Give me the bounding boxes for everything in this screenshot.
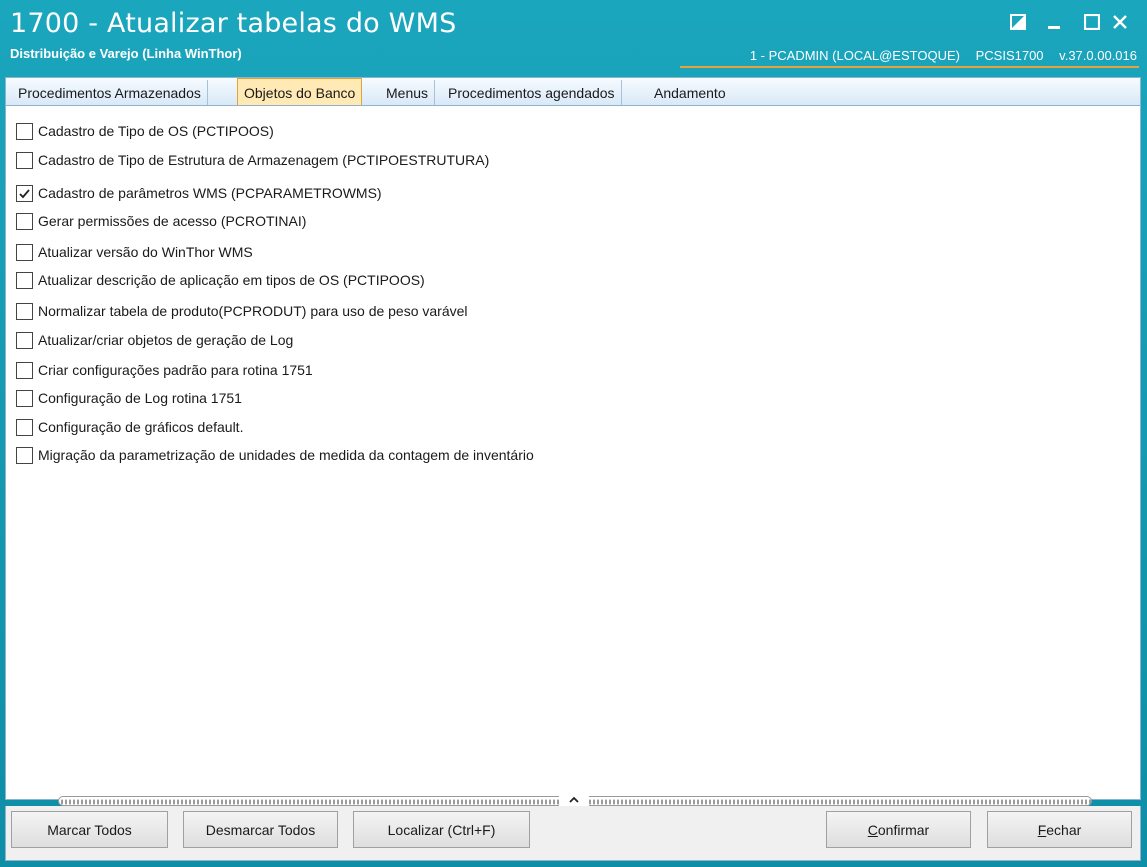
tab-procedimentos-agendados[interactable]: Procedimentos agendados (442, 80, 622, 106)
minimize-icon[interactable] (1040, 10, 1068, 34)
close-mnemonic: F (1037, 821, 1047, 838)
checkbox[interactable] (16, 151, 33, 169)
chevron-up-icon[interactable] (559, 793, 589, 807)
maximize-icon[interactable] (1078, 10, 1106, 34)
checklist-item-label: Cadastro de Tipo de OS (PCTIPOOS) (38, 123, 274, 139)
checklist-item-label: Gerar permissões de acesso (PCROTINAI) (38, 213, 307, 229)
restore-layout-icon[interactable] (1004, 10, 1032, 34)
confirm-button[interactable]: Confirmar (826, 811, 971, 848)
checkbox[interactable] (16, 302, 33, 320)
checklist-item[interactable]: Atualizar/criar objetos de geração de Lo… (16, 329, 293, 351)
app-window: 1700 - Atualizar tabelas do WMS Distribu… (0, 0, 1147, 867)
check-icon (19, 188, 30, 198)
checklist-item-label: Cadastro de parâmetros WMS (PCPARAMETROW… (38, 185, 382, 201)
checklist-item[interactable]: Configuração de Log rotina 1751 (16, 387, 242, 409)
checkbox[interactable] (16, 122, 33, 140)
tab-objetos-do-banco[interactable]: Objetos do Banco (237, 78, 363, 106)
checkbox[interactable] (16, 271, 33, 289)
checklist-item-label: Configuração de gráficos default. (38, 419, 244, 435)
checklist-item[interactable]: Migração da parametrização de unidades d… (16, 444, 534, 466)
find-button[interactable]: Localizar (Ctrl+F) (353, 811, 530, 848)
checkbox[interactable] (16, 446, 33, 464)
close-button[interactable]: Fechar (987, 811, 1132, 848)
checklist-item[interactable]: Atualizar descrição de aplicação em tipo… (16, 269, 425, 291)
window-subtitle: Distribuição e Varejo (Linha WinThor) (10, 46, 242, 61)
checklist-item-label: Normalizar tabela de produto(PCPRODUT) p… (38, 303, 468, 319)
checkbox[interactable] (16, 389, 33, 407)
user-label: 1 - PCADMIN (LOCAL@ESTOQUE) (749, 48, 960, 63)
checklist-item[interactable]: Gerar permissões de acesso (PCROTINAI) (16, 210, 306, 232)
tab-menus[interactable]: Menus (380, 80, 436, 106)
checkbox[interactable] (16, 243, 33, 261)
checklist-item[interactable]: Criar configurações padrão para rotina 1… (16, 359, 313, 381)
checklist-item[interactable]: Configuração de gráficos default. (16, 416, 243, 438)
checklist-item[interactable]: Normalizar tabela de produto(PCPRODUT) p… (16, 300, 468, 322)
checked-checkbox[interactable] (16, 184, 33, 202)
header-accent-line (680, 66, 1139, 68)
checklist-item-label: Atualizar/criar objetos de geração de Lo… (38, 332, 294, 348)
checklist-item[interactable]: Atualizar versão do WinThor WMS (16, 241, 253, 263)
checklist-item[interactable]: Cadastro de parâmetros WMS (PCPARAMETROW… (16, 182, 382, 204)
checklist-item-label: Cadastro de Tipo de Estrutura de Armazen… (38, 152, 490, 168)
unmark-all-button[interactable]: Desmarcar Todos (183, 811, 338, 848)
mark-all-button[interactable]: Marcar Todos (11, 811, 168, 848)
close-icon[interactable] (1106, 10, 1134, 34)
tab-bar: Procedimentos Armazenados Objetos do Ban… (5, 77, 1141, 106)
checkbox[interactable] (16, 212, 33, 230)
version-label: v.37.0.00.016 (1059, 48, 1137, 63)
window-title: 1700 - Atualizar tabelas do WMS (10, 8, 457, 39)
checkbox[interactable] (16, 361, 33, 379)
checkbox[interactable] (16, 418, 33, 436)
session-info: 1 - PCADMIN (LOCAL@ESTOQUE) PCSIS1700 v.… (738, 48, 1137, 63)
checklist-item[interactable]: Cadastro de Tipo de Estrutura de Armazen… (16, 149, 489, 171)
confirm-mnemonic: C (867, 821, 878, 838)
checklist-item-label: Configuração de Log rotina 1751 (38, 390, 242, 406)
close-label: echar (1046, 821, 1082, 838)
confirm-label: onfirmar (877, 821, 930, 838)
checklist-item-label: Criar configurações padrão para rotina 1… (38, 362, 313, 378)
checklist-item-label: Atualizar versão do WinThor WMS (38, 244, 253, 260)
tab-procedimentos-armazenados[interactable]: Procedimentos Armazenados (12, 80, 208, 106)
checkbox[interactable] (16, 331, 33, 349)
objects-panel: Cadastro de Tipo de OS (PCTIPOOS) Cadastr… (5, 105, 1141, 800)
tab-andamento[interactable]: Andamento (648, 80, 732, 106)
checklist-item-label: Atualizar descrição de aplicação em tipo… (38, 272, 425, 288)
program-label: PCSIS1700 (975, 48, 1044, 63)
checklist-item[interactable]: Cadastro de Tipo de OS (PCTIPOOS) (16, 120, 274, 142)
checklist-item-label: Migração da parametrização de unidades d… (38, 447, 534, 463)
